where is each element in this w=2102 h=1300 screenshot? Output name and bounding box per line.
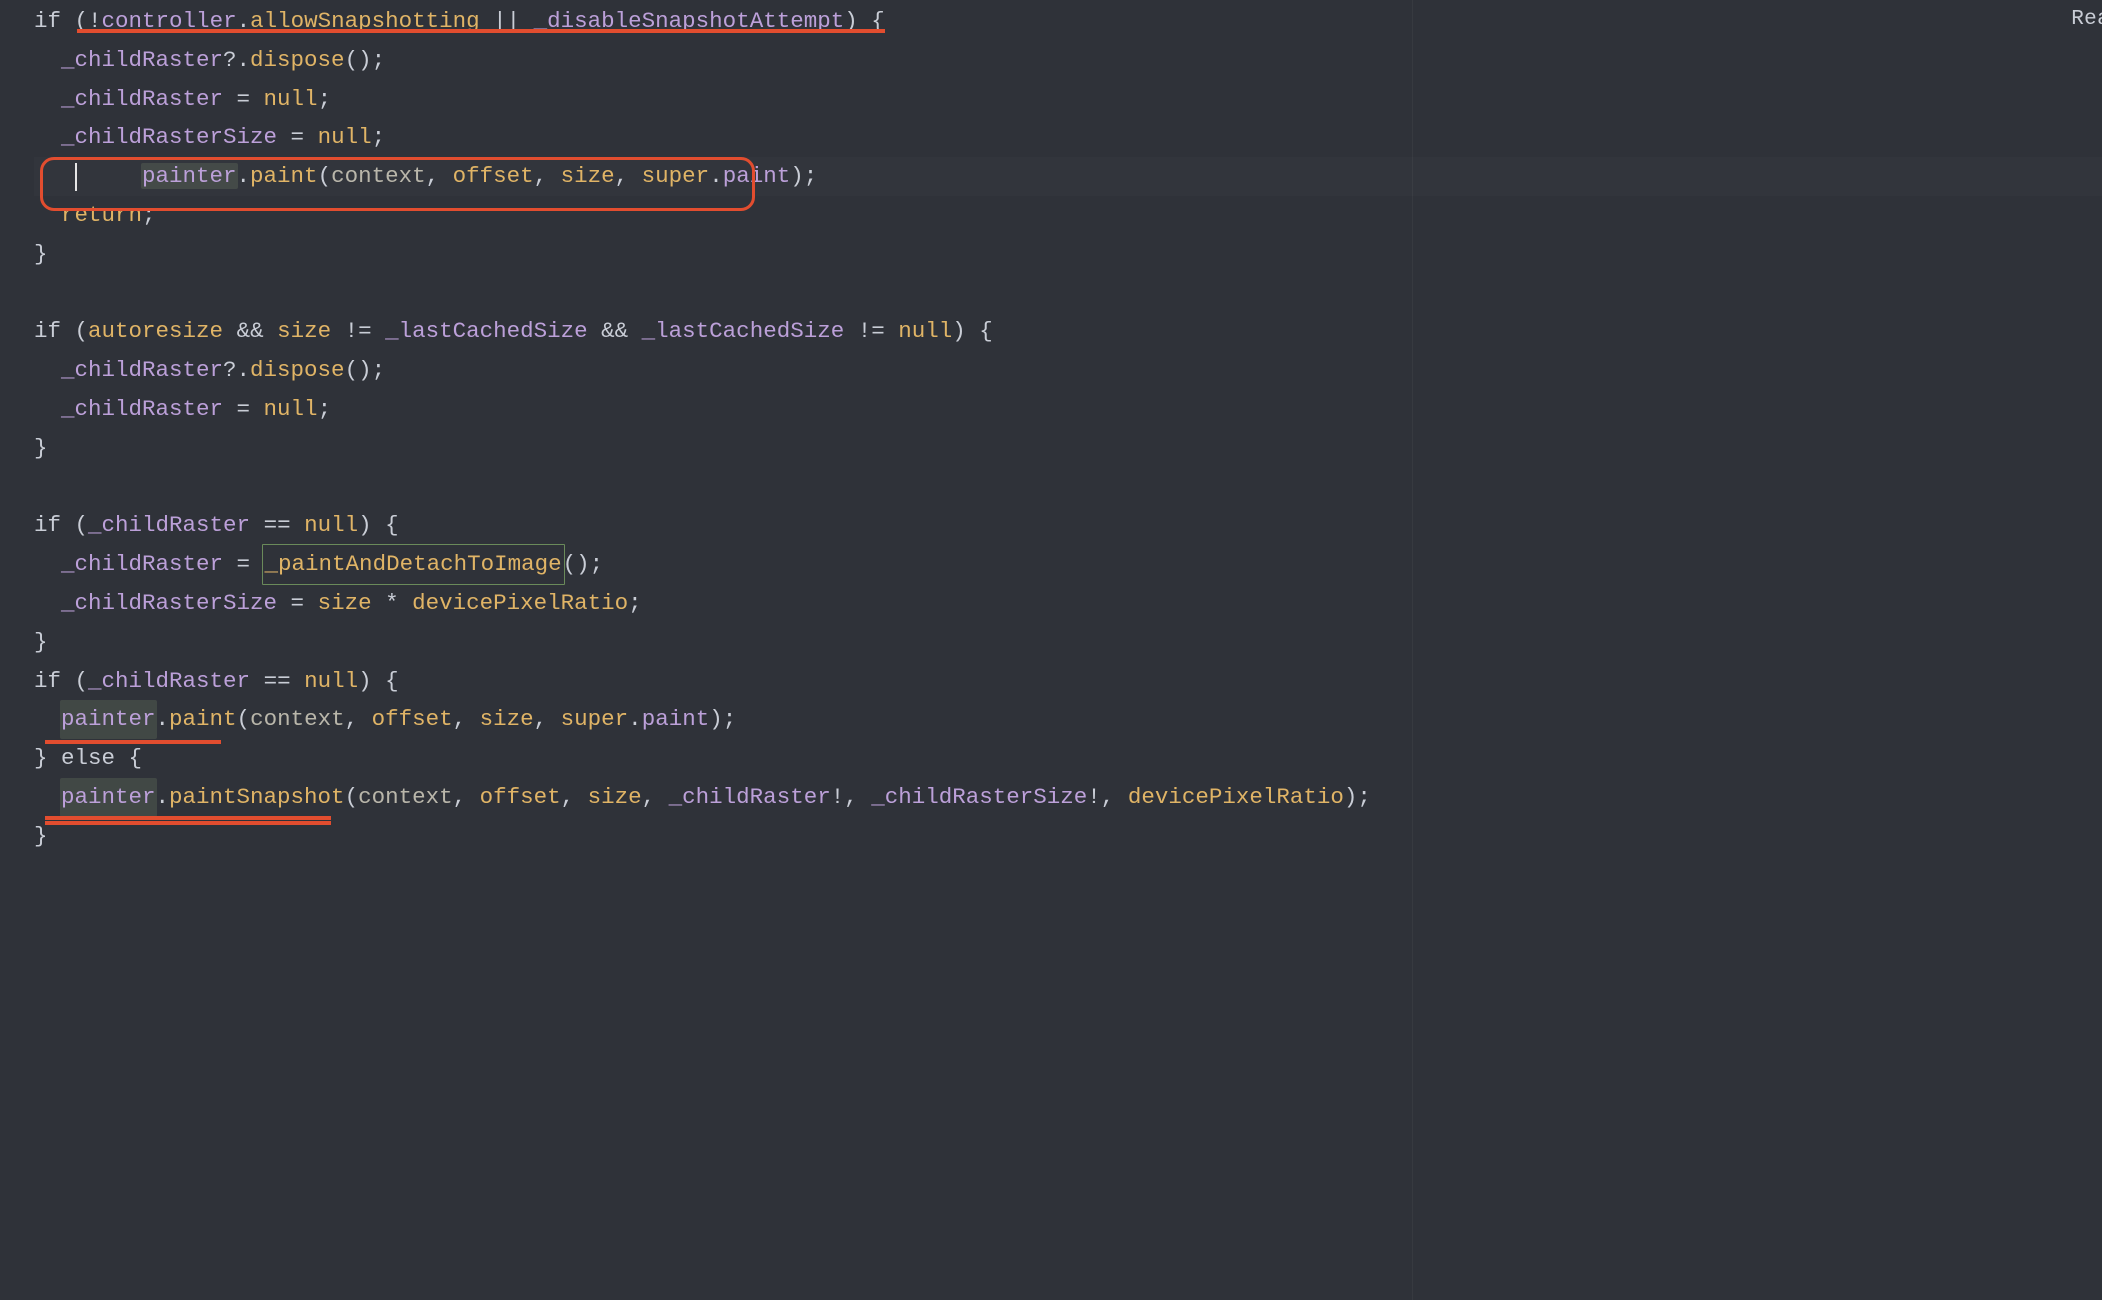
- identifier-offset: offset: [372, 700, 453, 739]
- code-line[interactable]: if (!controller.allowSnapshotting || _di…: [34, 2, 2102, 41]
- code-line[interactable]: }: [34, 817, 2102, 856]
- identifier-painter: painter: [141, 163, 238, 189]
- keyword-null: null: [304, 662, 358, 701]
- code-line[interactable]: if (_childRaster == null) {: [34, 662, 2102, 701]
- identifier-context: context: [358, 778, 453, 817]
- code-line[interactable]: }: [34, 429, 2102, 468]
- code-line-active[interactable]: painter.paint(context, offset, size, sup…: [34, 157, 2102, 196]
- code-line[interactable]: _childRaster?.dispose();: [34, 41, 2102, 80]
- keyword-if: if: [34, 662, 61, 701]
- identifier-childRaster: _childRaster: [61, 41, 223, 80]
- identifier-paint: paint: [169, 700, 237, 739]
- keyword-super: super: [561, 700, 629, 739]
- code-line[interactable]: }: [34, 623, 2102, 662]
- identifier-paint: paint: [250, 163, 318, 189]
- code-line[interactable]: [34, 468, 2102, 507]
- identifier-offset: offset: [453, 163, 534, 189]
- identifier-paint: paint: [723, 163, 791, 189]
- code-line[interactable]: [34, 274, 2102, 313]
- keyword-if: if: [34, 312, 61, 351]
- identifier-devicePixelRatio: devicePixelRatio: [1128, 778, 1344, 817]
- code-line[interactable]: } else {: [34, 739, 2102, 778]
- keyword-if: if: [34, 2, 61, 41]
- keyword-null: null: [264, 390, 318, 429]
- identifier-childRaster: _childRaster: [61, 80, 223, 119]
- keyword-else: else: [61, 739, 115, 778]
- identifier-painter: painter: [60, 778, 157, 817]
- identifier-lastCachedSize: _lastCachedSize: [642, 312, 845, 351]
- identifier-offset: offset: [480, 778, 561, 817]
- keyword-null: null: [898, 312, 952, 351]
- code-line[interactable]: _childRaster = null;: [34, 80, 2102, 119]
- identifier-childRaster: _childRaster: [669, 778, 831, 817]
- identifier-childRaster: _childRaster: [61, 390, 223, 429]
- keyword-if: if: [34, 506, 61, 545]
- keyword-null: null: [264, 80, 318, 119]
- identifier-lastCachedSize: _lastCachedSize: [385, 312, 588, 351]
- code-line[interactable]: _childRasterSize = size * devicePixelRat…: [34, 584, 2102, 623]
- identifier-disableSnapshotAttempt: _disableSnapshotAttempt: [534, 2, 845, 41]
- code-line[interactable]: }: [34, 235, 2102, 274]
- identifier-paint: paint: [642, 700, 710, 739]
- keyword-super: super: [642, 163, 710, 189]
- identifier-painter: painter: [60, 700, 157, 739]
- identifier-paintSnapshot: paintSnapshot: [169, 778, 345, 817]
- identifier-allowSnapshotting: allowSnapshotting: [250, 2, 480, 41]
- identifier-context: context: [331, 163, 426, 189]
- keyword-null: null: [304, 506, 358, 545]
- code-line[interactable]: if (_childRaster == null) {: [34, 506, 2102, 545]
- text-cursor: [75, 163, 77, 191]
- code-line[interactable]: _childRaster = null;: [34, 390, 2102, 429]
- identifier-size: size: [318, 584, 372, 623]
- identifier-dispose: dispose: [250, 351, 345, 390]
- identifier-childRasterSize: _childRasterSize: [61, 584, 277, 623]
- code-line[interactable]: _childRaster?.dispose();: [34, 351, 2102, 390]
- identifier-size: size: [480, 700, 534, 739]
- identifier-controller: controller: [102, 2, 237, 41]
- identifier-autoresize: autoresize: [88, 312, 223, 351]
- identifier-size: size: [561, 163, 615, 189]
- identifier-childRaster: _childRaster: [61, 351, 223, 390]
- code-line[interactable]: if (autoresize && size != _lastCachedSiz…: [34, 312, 2102, 351]
- code-editor[interactable]: Rea if (!controller.allowSnapshotting ||…: [0, 0, 2102, 1300]
- code-line[interactable]: _childRaster = _paintAndDetachToImage();: [34, 545, 2102, 584]
- identifier-childRaster: _childRaster: [88, 662, 250, 701]
- identifier-devicePixelRatio: devicePixelRatio: [412, 584, 628, 623]
- identifier-childRaster: _childRaster: [88, 506, 250, 545]
- identifier-size: size: [588, 778, 642, 817]
- identifier-size: size: [277, 312, 331, 351]
- identifier-context: context: [250, 700, 345, 739]
- identifier-paintAndDetachToImage: _paintAndDetachToImage: [262, 544, 565, 585]
- code-line[interactable]: painter.paintSnapshot(context, offset, s…: [34, 778, 2102, 817]
- identifier-childRasterSize: _childRasterSize: [871, 778, 1087, 817]
- code-line[interactable]: painter.paint(context, offset, size, sup…: [34, 700, 2102, 739]
- identifier-childRaster: _childRaster: [61, 545, 223, 584]
- identifier-dispose: dispose: [250, 41, 345, 80]
